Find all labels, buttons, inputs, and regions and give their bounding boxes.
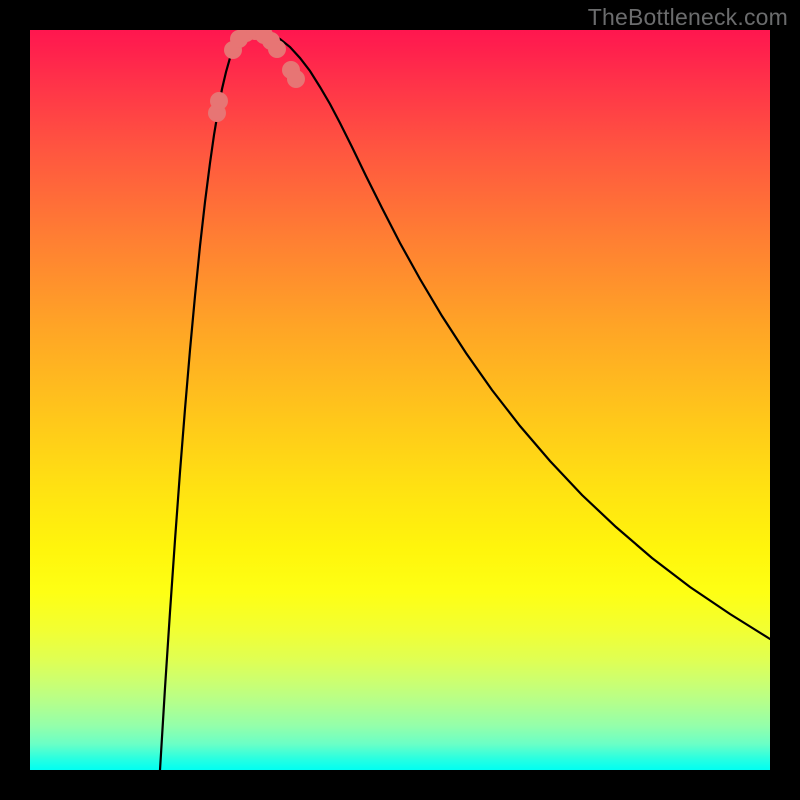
highlight-dot — [268, 40, 286, 58]
highlight-dot — [287, 70, 305, 88]
chart-frame: TheBottleneck.com — [0, 0, 800, 800]
curve-right — [250, 31, 770, 639]
watermark-text: TheBottleneck.com — [588, 4, 788, 31]
plot-area — [30, 30, 770, 770]
highlight-dots — [208, 30, 305, 122]
highlight-dot — [210, 92, 228, 110]
chart-svg — [30, 30, 770, 770]
curve-group — [160, 31, 770, 770]
curve-left — [160, 31, 250, 770]
